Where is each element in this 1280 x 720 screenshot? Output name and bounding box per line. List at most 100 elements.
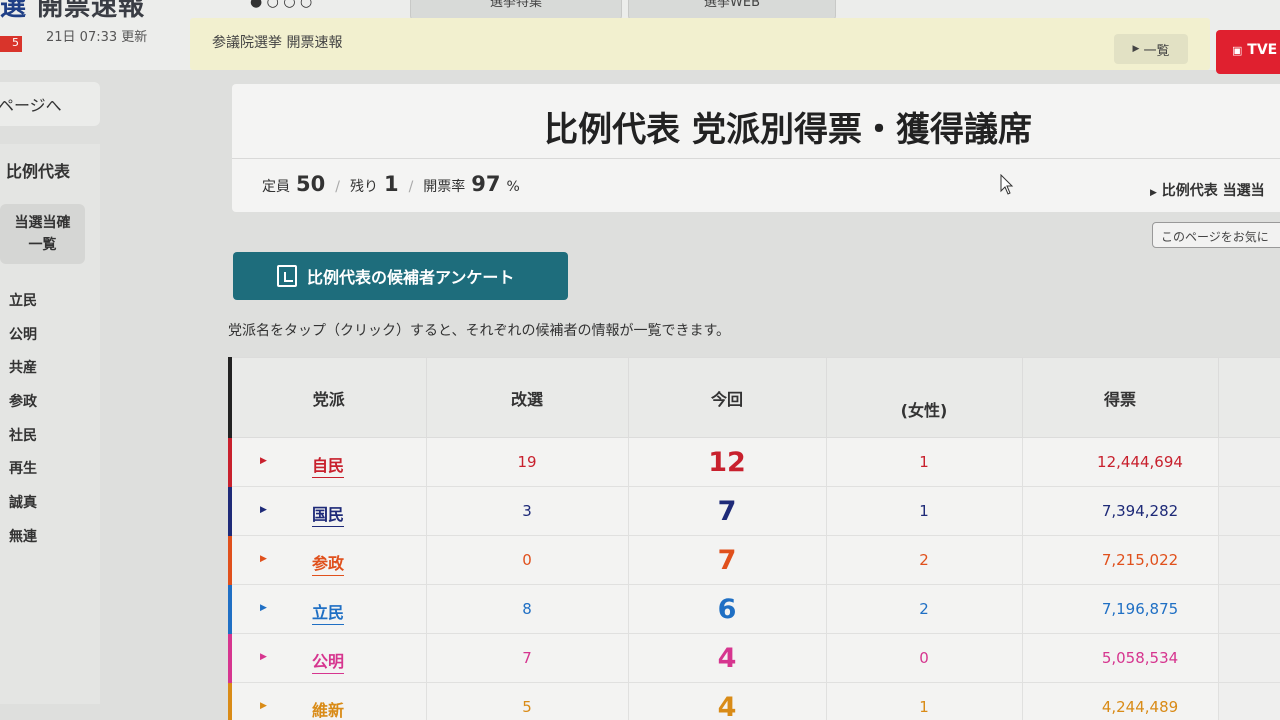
table-row: ▶ 国民 3 7 1 7,394,282 [228,486,1280,536]
sidebar-party-link[interactable]: 立民 [9,290,37,310]
back-to-page-link[interactable]: ページへ [0,82,100,126]
female-seats-cell: 2 [825,535,1023,585]
favorite-button[interactable]: このページをお気に [1152,222,1280,248]
list-button[interactable]: ▶ 一覧 [1114,34,1188,64]
header-up-for-election: 改選 [425,357,629,438]
table-row: ▶ 参政 0 7 2 7,215,022 [228,535,1280,585]
sidebar-party-link[interactable]: 無連 [9,526,37,546]
female-seats-cell: 0 [825,633,1023,683]
sidebar: ページへ 比例代表 当選当確 一覧 立民 公明 共産 参政 社民 再生 誠真 無… [0,70,100,720]
tv-button-label: TVE [1247,42,1278,58]
sidebar-party-link[interactable]: 共産 [9,357,37,377]
up-for-election-cell: 7 [425,633,629,683]
mouse-cursor-icon [1000,174,1014,195]
up-for-election-cell: 19 [425,437,629,487]
list-button-label: 一覧 [1143,43,1170,59]
party-name-link[interactable]: 国民 [312,501,345,527]
table-row: ▶ 公明 7 4 0 5,058,534 [228,633,1280,683]
votes-cell: 5,058,534 [1021,633,1219,683]
votes-cell: 7,196,875 [1021,584,1219,634]
winners-sub-link[interactable]: ▶ 比例代表 当選当 [1150,180,1265,200]
party-name-link[interactable]: 自民 [312,452,345,478]
count-rate-unit: % [506,179,520,195]
caret-right-icon: ▶ [260,505,267,515]
tv-icon: ▣ [1232,44,1243,57]
title-card: 比例代表 党派別得票・獲得議席 定員 50 / 残り 1 / 開票率 97% ▶… [232,84,1280,212]
party-cell[interactable]: ▶ 国民 [228,486,427,536]
tab-web-label: 選挙WEB [704,0,760,10]
winners-sub-link-label: 比例代表 当選当 [1161,183,1265,199]
update-time: 21日 07:33 更新 [46,30,148,45]
indicator-dots: ● ○ ○ ○ [250,0,313,10]
extra-cell [1217,535,1280,585]
extra-cell [1217,682,1280,720]
separator: / [408,179,414,195]
document-icon [277,265,297,287]
caret-right-icon: ▶ [260,603,267,613]
instruction-note: 党派名をタップ（クリック）すると、それぞれの候補者の情報が一覧できます。 [228,323,731,339]
party-cell[interactable]: ▶ 自民 [228,437,427,487]
remaining-value: 1 [383,172,399,196]
votes-cell: 7,215,022 [1021,535,1219,585]
separator: / [335,179,340,195]
play-icon: ▶ [1132,44,1140,54]
ticker-text: 参議院選挙 開票速報 [212,35,343,51]
current-seats-cell: 4 [627,682,827,720]
sidebar-party-link[interactable]: 参政 [9,391,37,411]
votes-cell: 12,444,694 [1021,437,1219,487]
party-cell[interactable]: ▶ 参政 [228,535,427,585]
table-row: ▶ 立民 8 6 2 7,196,875 [228,584,1280,634]
site-title-text: 開票速報 [37,0,146,22]
top-header: 選 開票速報 5 21日 07:33 更新 ● ○ ○ ○ 選挙特集 選挙WEB… [0,0,1280,74]
current-seats-cell: 7 [627,535,827,585]
caret-right-icon: ▶ [260,652,267,662]
current-seats-cell: 12 [627,437,827,487]
divider [232,158,1280,159]
header-votes: 得票 [1021,357,1219,438]
header-party: 党派 [228,357,427,438]
count-rate-label: 開票率 [423,179,466,195]
sidebar-section: 比例代表 当選当確 一覧 立民 公明 共産 参政 社民 再生 誠真 無連 [0,144,100,704]
candidate-survey-button[interactable]: 比例代表の候補者アンケート [233,252,568,300]
page-title: 比例代表 党派別得票・獲得議席 [544,110,1032,150]
party-name-link[interactable]: 維新 [312,697,344,720]
current-seats-cell: 6 [627,584,827,634]
extra-cell [1217,437,1280,487]
sidebar-party-link[interactable]: 再生 [9,458,37,478]
party-cell[interactable]: ▶ 公明 [228,633,427,683]
female-seats-cell: 1 [825,486,1023,536]
play-icon: ▶ [1150,188,1157,198]
winners-list-button[interactable]: 当選当確 一覧 [0,204,85,264]
quota-value: 50 [296,172,326,196]
caret-right-icon: ▶ [260,701,267,711]
party-name-link[interactable]: 立民 [312,599,345,625]
votes-cell: 7,394,282 [1021,486,1219,536]
winners-button-line1: 当選当確 [14,215,71,231]
party-cell[interactable]: ▶ 維新 [228,682,427,720]
caret-right-icon: ▶ [260,456,267,466]
up-for-election-cell: 0 [425,535,629,585]
news-ticker: 参議院選挙 開票速報 ▶ 一覧 [190,18,1210,70]
winners-button-line2: 一覧 [28,237,57,253]
extra-cell [1217,633,1280,683]
female-seats-cell: 1 [825,437,1023,487]
sidebar-party-link[interactable]: 社民 [9,425,37,445]
current-seats-cell: 4 [627,633,827,683]
party-name-link[interactable]: 公明 [312,648,345,674]
tab-feature-label: 選挙特集 [489,0,542,10]
caret-right-icon: ▶ [260,554,267,564]
sidebar-party-link[interactable]: 誠真 [9,492,37,512]
quota-label: 定員 [262,179,290,195]
party-name-link[interactable]: 参政 [312,550,345,576]
party-cell[interactable]: ▶ 立民 [228,584,427,634]
tab-feature[interactable]: 選挙特集 [410,0,622,20]
tv-button[interactable]: ▣ TVE [1216,30,1280,74]
sidebar-party-link[interactable]: 公明 [9,324,37,344]
extra-cell [1217,584,1280,634]
female-seats-cell: 1 [825,682,1023,720]
votes-cell: 4,244,489 [1021,682,1219,720]
tab-web[interactable]: 選挙WEB [628,0,836,20]
extra-cell [1217,486,1280,536]
results-table: 党派 改選 今回 (女性) 得票 ▶ 自民 19 12 1 12,444,694 ▶ 国民 3 7… [228,357,1280,720]
up-for-election-cell: 8 [425,584,629,634]
